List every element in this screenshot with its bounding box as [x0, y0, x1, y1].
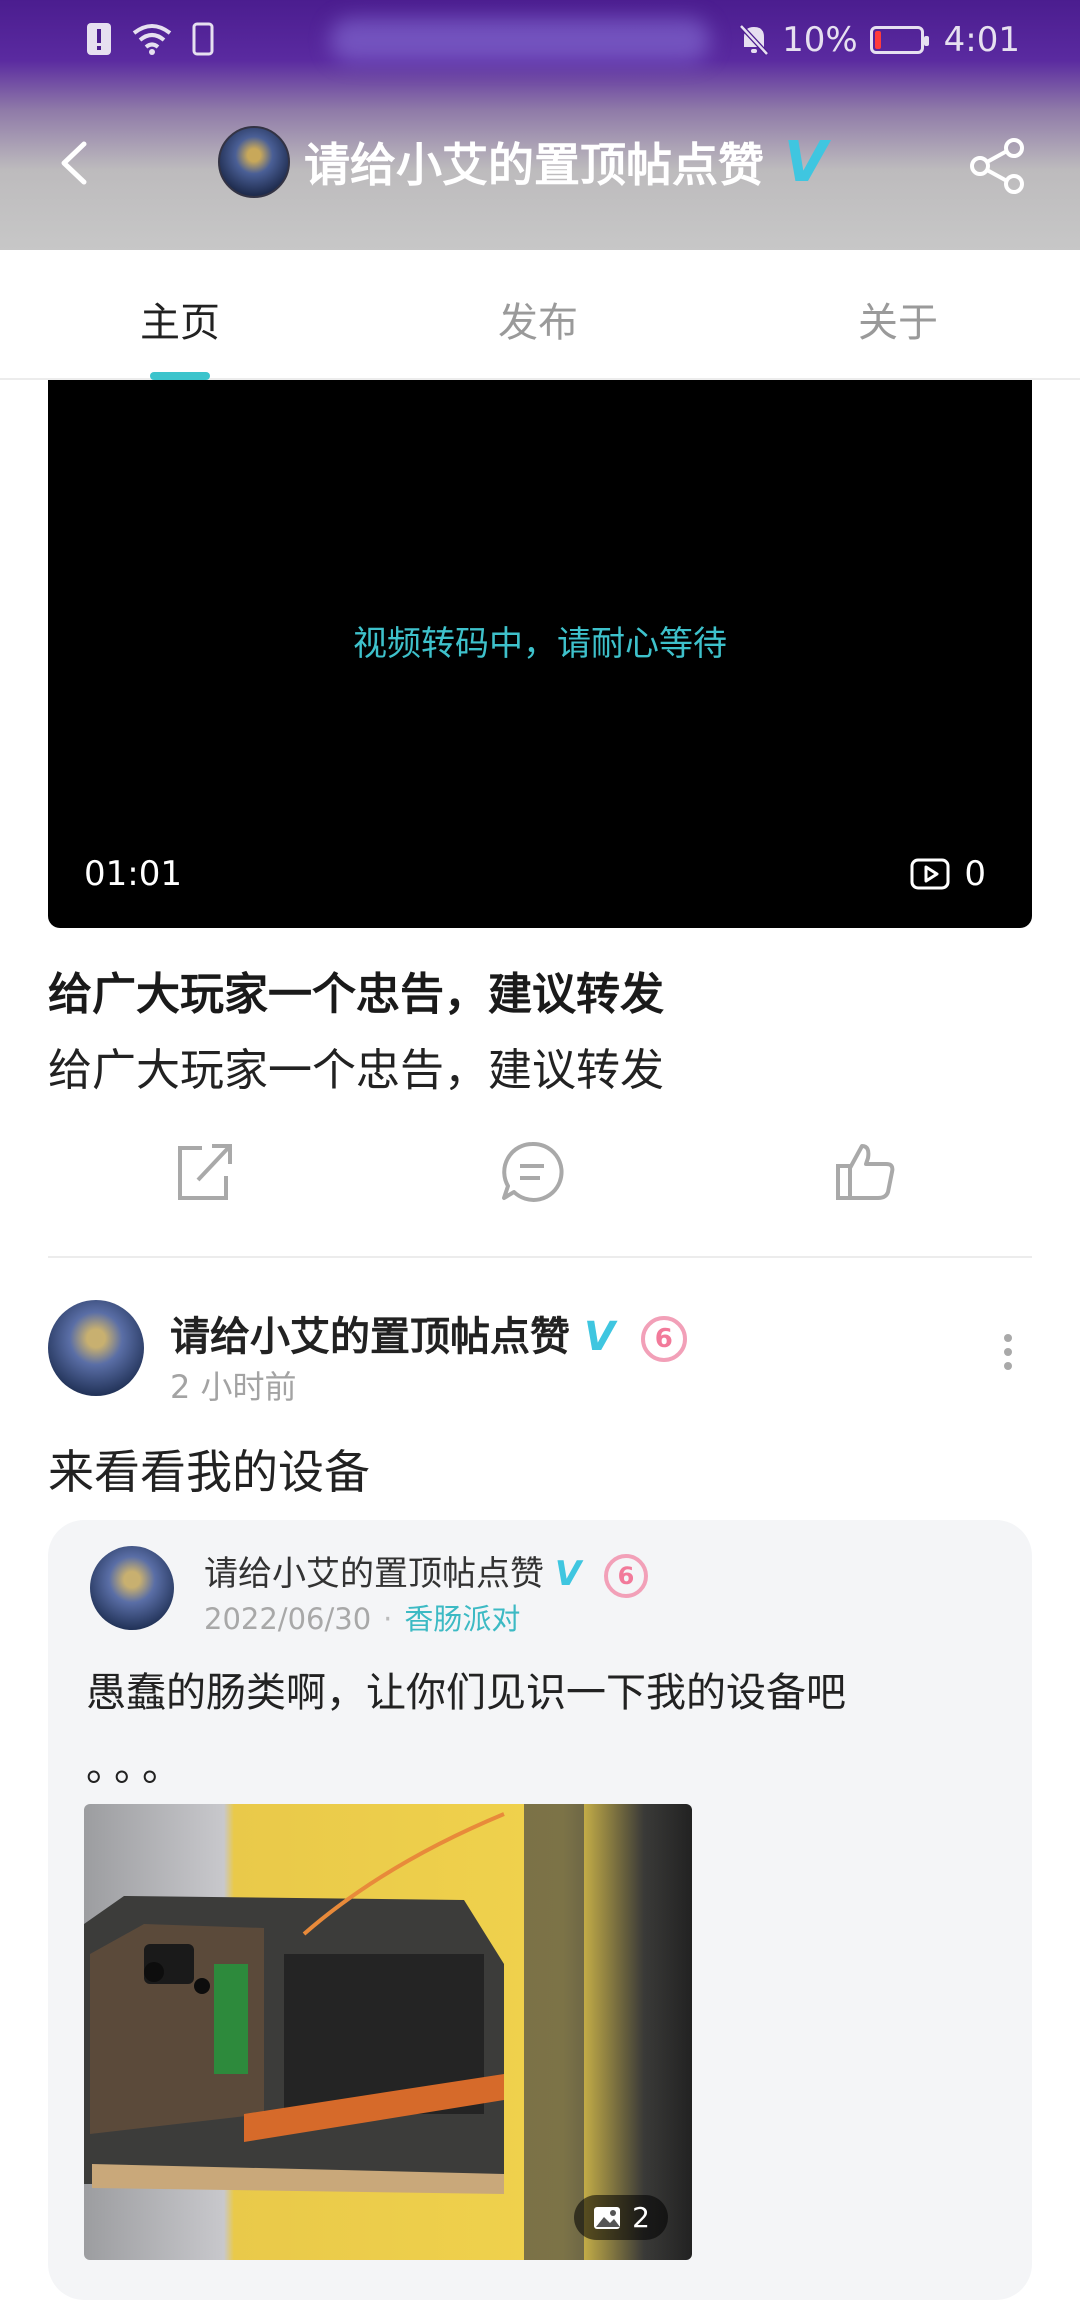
- phone-disassembly-illustration: [84, 1804, 584, 2260]
- post-actions: [0, 1140, 1080, 1210]
- image-icon: [594, 2206, 621, 2229]
- image-count-badge: 2: [574, 2195, 668, 2240]
- verified-badge: V: [583, 1314, 615, 1360]
- avatar: [218, 126, 290, 198]
- level-badge: 6: [603, 1553, 648, 1598]
- status-bar: 10% 4:01: [0, 0, 1080, 82]
- feed-item-header: 请给小艾的置顶帖点赞 V 6 2 小时前: [48, 1300, 1032, 1406]
- verified-badge: V: [784, 129, 828, 195]
- page-title: 请给小艾的置顶帖点赞: [304, 138, 764, 192]
- quoted-text: 愚蠢的肠类啊，让你们见识一下我的设备吧: [86, 1670, 846, 1716]
- wifi-icon: [132, 24, 172, 55]
- video-views: 0: [910, 854, 986, 894]
- image-count: 2: [632, 2201, 650, 2234]
- verified-badge: V: [554, 1554, 582, 1594]
- post-content: 给广大玩家一个忠告，建议转发: [48, 1045, 664, 1096]
- transcoding-message: 视频转码中，请耐心等待: [353, 624, 727, 664]
- quoted-author-text: 请给小艾的置顶帖点赞: [204, 1554, 544, 1594]
- meta-separator: ·: [383, 1602, 393, 1636]
- mute-bell-icon: [739, 24, 769, 56]
- share-icon[interactable]: [968, 136, 1028, 196]
- share-out-icon[interactable]: [172, 1140, 236, 1204]
- view-count: 0: [964, 854, 986, 894]
- back-arrow-icon[interactable]: [50, 138, 100, 188]
- post-title[interactable]: 给广大玩家一个忠告，建议转发: [48, 958, 664, 1022]
- quoted-post[interactable]: 请给小艾的置顶帖点赞 V 6 2022/06/30 · 香肠派对 愚蠢的肠类啊，让你…: [48, 1520, 1032, 2300]
- more-options-icon[interactable]: [1002, 1332, 1014, 1372]
- phone-icon: [192, 22, 214, 56]
- status-left-icons: [86, 22, 214, 56]
- like-thumb-icon[interactable]: [834, 1140, 898, 1204]
- post-image[interactable]: 2: [84, 1804, 692, 2260]
- clock: 4:01: [943, 20, 1020, 60]
- tab-bar: 主页 发布 关于: [0, 250, 1080, 380]
- profile-header: 10% 4:01 请给小艾的置顶帖点赞 V: [0, 0, 1080, 250]
- avatar[interactable]: [90, 1546, 174, 1630]
- author-name[interactable]: 请给小艾的置顶帖点赞 V 6: [170, 1304, 687, 1362]
- tab-home[interactable]: 主页: [140, 290, 220, 348]
- active-tab-indicator: [150, 372, 210, 380]
- author-name-text: 请给小艾的置顶帖点赞: [170, 1314, 570, 1360]
- post-time: 2 小时前: [170, 1368, 297, 1406]
- nav-profile[interactable]: 请给小艾的置顶帖点赞 V: [218, 126, 827, 198]
- topic-tag[interactable]: 香肠派对: [404, 1602, 520, 1636]
- video-player[interactable]: 视频转码中，请耐心等待 01:01 0: [48, 380, 1032, 928]
- status-blurred-area: [330, 18, 710, 62]
- play-count-icon: [910, 858, 950, 890]
- status-right: 10% 4:01: [738, 20, 1020, 60]
- video-duration: 01:01: [84, 854, 182, 894]
- sim-alert-icon: [87, 23, 111, 55]
- comment-icon[interactable]: [500, 1140, 564, 1204]
- divider: [48, 1256, 1032, 1258]
- quoted-meta: 2022/06/30 · 香肠派对: [204, 1596, 520, 1638]
- battery-icon: [869, 26, 929, 54]
- tab-about[interactable]: 关于: [858, 290, 938, 348]
- quoted-author[interactable]: 请给小艾的置顶帖点赞 V 6: [204, 1546, 648, 1598]
- tab-posts[interactable]: 发布: [498, 290, 578, 348]
- battery-percent: 10%: [782, 20, 858, 60]
- feed-item-text: 来看看我的设备: [48, 1445, 370, 1499]
- level-badge: 6: [640, 1316, 687, 1362]
- quoted-date: 2022/06/30: [204, 1602, 372, 1636]
- quoted-dots: 。。。: [86, 1744, 190, 1790]
- avatar[interactable]: [48, 1300, 144, 1396]
- nav-bar: 请给小艾的置顶帖点赞 V: [0, 110, 1080, 220]
